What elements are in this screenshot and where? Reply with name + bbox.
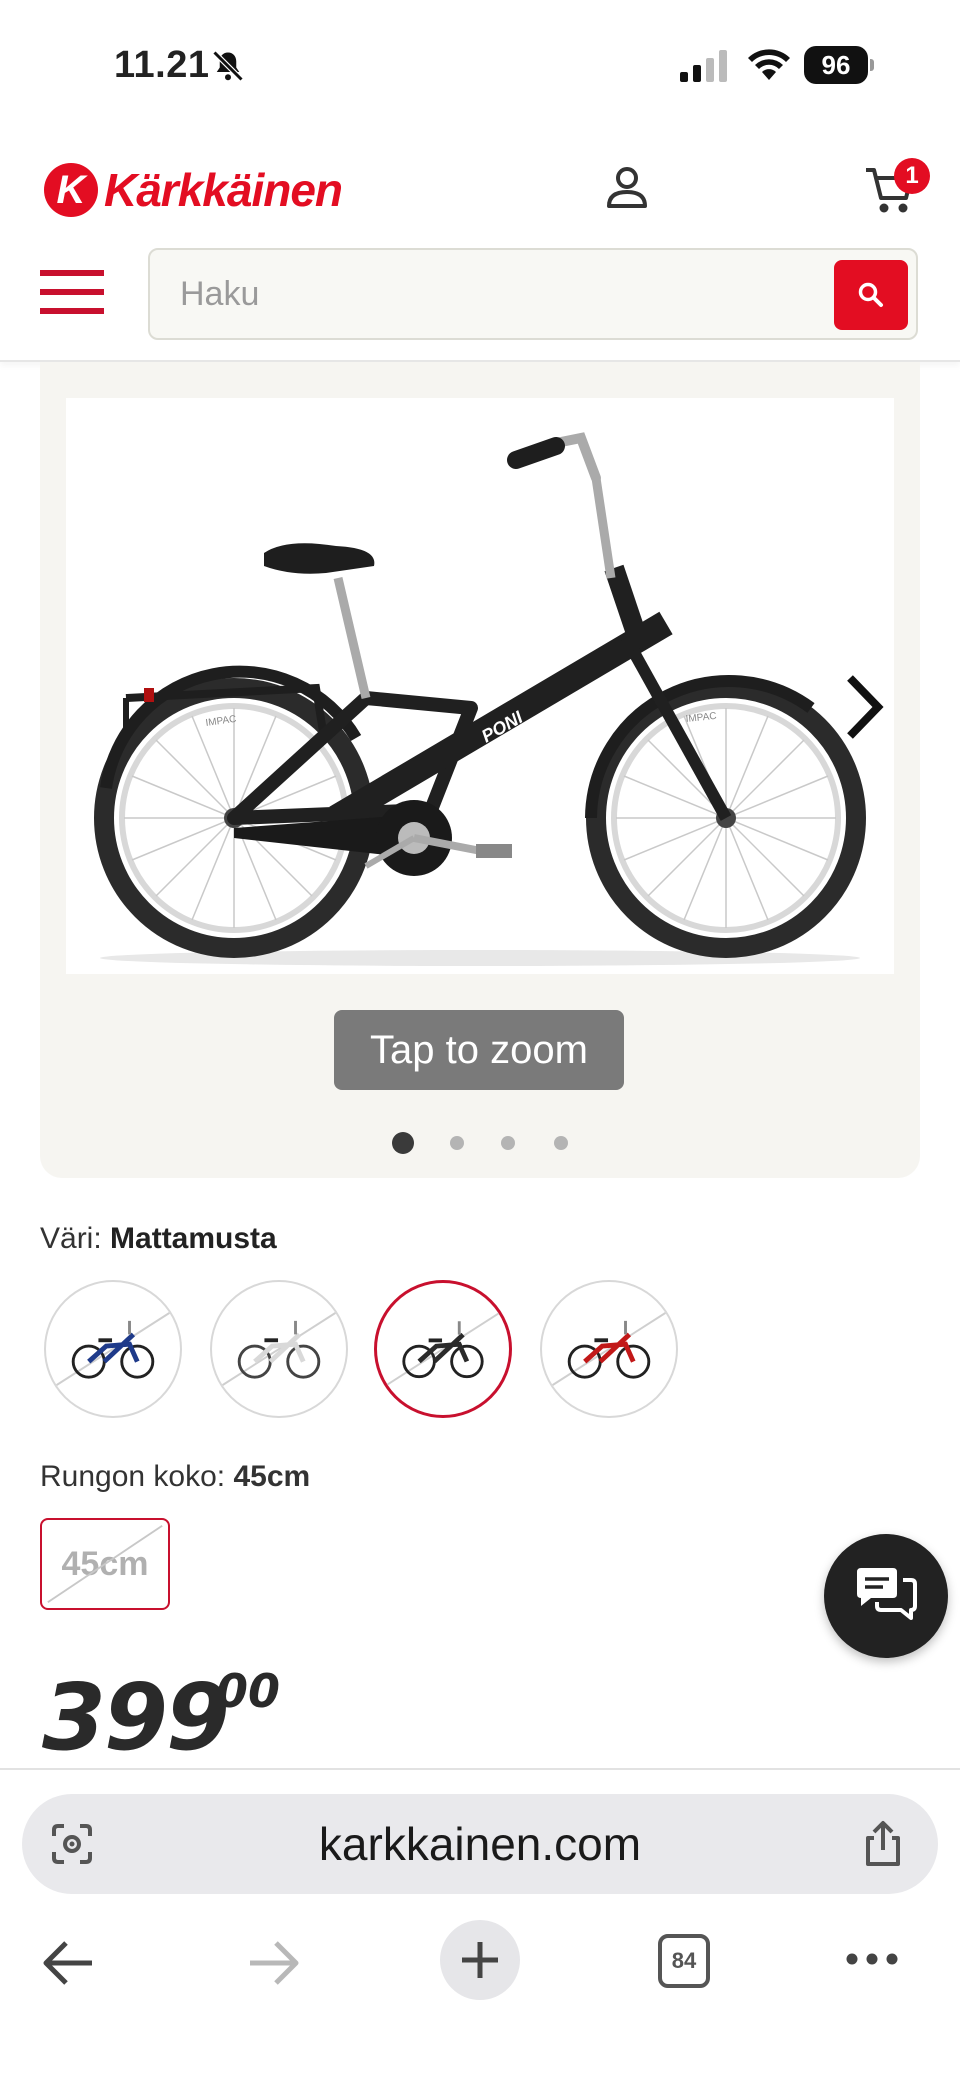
more-icon[interactable] — [844, 1944, 900, 1974]
search-box — [148, 248, 918, 340]
back-icon[interactable] — [40, 1938, 96, 1988]
logo-text: Kärkkäinen — [104, 164, 343, 216]
next-image-arrow-icon[interactable] — [840, 672, 890, 742]
lens-icon[interactable] — [48, 1820, 96, 1868]
color-label: Väri: Mattamusta — [40, 1222, 277, 1256]
search-icon — [858, 282, 883, 307]
pagination-dot[interactable] — [554, 1136, 568, 1150]
tire-text-front: IMPAC — [685, 711, 717, 725]
size-label: Rungon koko: 45cm — [40, 1460, 310, 1494]
color-selected-value: Mattamusta — [110, 1222, 277, 1255]
tap-to-zoom-button[interactable]: Tap to zoom — [334, 1010, 624, 1090]
color-swatch-matte-black[interactable] — [374, 1280, 512, 1418]
wifi-icon — [748, 49, 790, 80]
pagination-dot[interactable] — [450, 1136, 464, 1150]
product-price: 399 00 — [42, 1664, 280, 1771]
product-image[interactable]: PONI IMPAC IMPAC — [66, 398, 894, 974]
price-whole: 399 — [42, 1664, 230, 1771]
share-icon[interactable] — [860, 1820, 906, 1868]
product-gallery: PONI IMPAC IMPAC Tap to zoom — [40, 362, 920, 1178]
new-tab-button[interactable] — [440, 1920, 520, 2000]
chat-button[interactable] — [824, 1534, 948, 1658]
tabs-icon[interactable]: 84 — [658, 1934, 710, 1988]
search-input[interactable] — [180, 250, 780, 338]
status-time: 11.21 — [114, 44, 210, 86]
forward-icon[interactable] — [246, 1938, 302, 1988]
status-bar: 11.21 96 — [0, 0, 960, 130]
browser-nav-row: 84 — [0, 1910, 960, 2020]
size-option-45cm[interactable]: 45cm — [40, 1518, 170, 1610]
karkkainen-logo[interactable]: K Kärkkäinen — [44, 160, 343, 220]
account-icon[interactable] — [604, 164, 650, 210]
bicycle-image: PONI IMPAC IMPAC — [94, 432, 866, 966]
color-swatch-blue[interactable] — [44, 1280, 182, 1418]
url-text: karkkainen.com — [318, 1818, 642, 1870]
color-swatch-white[interactable] — [210, 1280, 348, 1418]
size-label-prefix: Rungon koko: — [40, 1460, 226, 1493]
browser-toolbar: karkkainen.com 84 — [0, 1768, 960, 2081]
battery-level: 96 — [804, 46, 868, 84]
bell-off-icon — [212, 50, 244, 82]
signal-icon — [680, 50, 727, 82]
menu-icon[interactable] — [40, 270, 104, 314]
color-swatch-red[interactable] — [540, 1280, 678, 1418]
price-cents: 00 — [216, 1664, 281, 1718]
gallery-pagination — [40, 1128, 920, 1158]
tire-text-rear: IMPAC — [205, 714, 237, 729]
pagination-dot[interactable] — [392, 1132, 414, 1154]
address-bar[interactable]: karkkainen.com — [22, 1794, 938, 1894]
cart-button[interactable]: 1 — [864, 158, 934, 222]
logo-mark: K — [44, 163, 98, 217]
size-selected-value: 45cm — [233, 1460, 311, 1493]
chat-icon — [857, 1568, 917, 1620]
battery-icon: 96 — [804, 46, 874, 84]
color-label-prefix: Väri: — [40, 1222, 102, 1255]
cart-count-badge: 1 — [894, 158, 930, 194]
search-button[interactable] — [834, 260, 908, 330]
plus-icon — [462, 1942, 498, 1978]
pagination-dot[interactable] — [501, 1136, 515, 1150]
site-header: K Kärkkäinen 1 — [0, 130, 960, 362]
